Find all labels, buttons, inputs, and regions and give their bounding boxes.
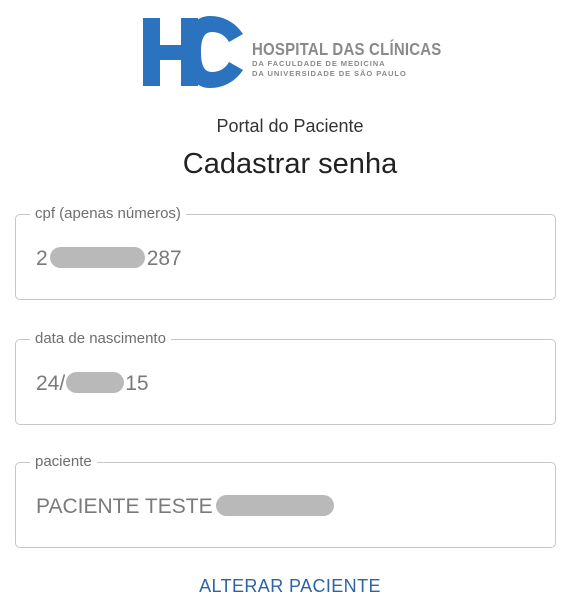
birth-date-field[interactable]: data de nascimento 24/15 xyxy=(15,329,556,425)
redaction-mask xyxy=(49,247,145,268)
portal-label: Portal do Paciente xyxy=(216,116,364,136)
birth-date-field-label: data de nascimento xyxy=(30,329,171,349)
patient-field[interactable]: paciente PACIENTE TESTE xyxy=(15,452,556,548)
logo-line-2: DA FACULDADE DE MEDICINA xyxy=(252,59,386,68)
patient-field-value[interactable]: PACIENTE TESTE xyxy=(36,495,334,519)
logo-text: HOSPITAL DAS CLÍNICAS DA FACULDADE DE ME… xyxy=(252,41,442,77)
hc-logo-mark-icon xyxy=(143,16,243,88)
birth-date-value-suffix: 15 xyxy=(125,372,149,395)
birth-date-value-prefix: 24/ xyxy=(36,372,66,395)
hospital-logo: HOSPITAL DAS CLÍNICAS DA FACULDADE DE ME… xyxy=(143,14,443,90)
logo-line-1: HOSPITAL DAS CLÍNICAS xyxy=(252,39,442,60)
redaction-mask xyxy=(215,495,334,516)
change-patient-button[interactable]: ALTERAR PACIENTE xyxy=(0,576,580,597)
redaction-mask xyxy=(66,372,125,393)
page-title: Cadastrar senha xyxy=(182,148,398,180)
cpf-value-prefix: 2 xyxy=(36,247,48,270)
cpf-field[interactable]: cpf (apenas números) 2 287 xyxy=(15,204,556,300)
logo-line-3: DA UNIVERSIDADE DE SÃO PAULO xyxy=(252,68,407,78)
cpf-field-value[interactable]: 2 287 xyxy=(36,247,182,271)
patient-value-prefix: PACIENTE TESTE xyxy=(36,495,213,518)
birth-date-field-value[interactable]: 24/15 xyxy=(36,372,149,396)
cpf-value-suffix: 287 xyxy=(146,247,182,270)
patient-field-label: paciente xyxy=(30,452,97,472)
cpf-field-label: cpf (apenas números) xyxy=(30,204,186,224)
